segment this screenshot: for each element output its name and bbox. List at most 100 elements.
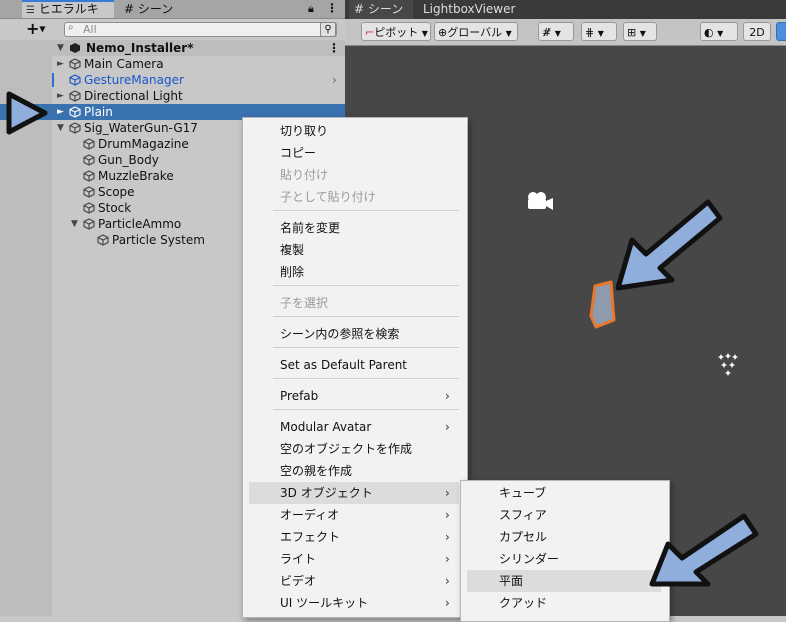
gameobject-cube-icon bbox=[69, 90, 81, 102]
more-menu-icon[interactable]: ⋮ bbox=[326, 1, 338, 15]
chevron-right-icon: › bbox=[445, 389, 450, 403]
context-menu-item[interactable]: Set as Default Parent bbox=[243, 354, 465, 376]
gameobject-cube-icon bbox=[83, 138, 95, 150]
context-menu-item[interactable]: ビデオ › bbox=[243, 570, 465, 592]
context-menu-item[interactable]: 貼り付け bbox=[243, 164, 465, 186]
gameobject-cube-icon bbox=[83, 154, 95, 166]
shading-dropdown[interactable]: ◐ ▼ bbox=[700, 22, 738, 41]
context-menu-item[interactable]: 削除 bbox=[243, 261, 465, 283]
context-menu-item[interactable]: コピー bbox=[243, 142, 465, 164]
submenu-item[interactable]: 平面 bbox=[467, 570, 661, 592]
context-menu-item-label: 空のオブジェクトを作成 bbox=[280, 442, 413, 456]
hierarchy-item-label: Plain bbox=[84, 105, 113, 119]
submenu-item[interactable]: スフィア bbox=[461, 504, 667, 526]
annotation-arrow-right bbox=[6, 91, 48, 135]
expand-arrow-icon[interactable]: ► bbox=[57, 88, 64, 104]
chevron-right-icon: › bbox=[445, 486, 450, 500]
context-menu-item-label: 削除 bbox=[280, 265, 305, 279]
pivot-dropdown[interactable]: ⌐ピボット ▼ bbox=[361, 22, 431, 41]
menu-separator bbox=[273, 409, 459, 410]
hierarchy-tab-icon: ☰ bbox=[26, 5, 35, 16]
hierarchy-item[interactable]: ► Directional Light bbox=[0, 88, 345, 104]
context-menu-item[interactable]: 名前を変更 bbox=[243, 217, 465, 239]
tab-hierarchy[interactable]: ☰ ヒエラルキー bbox=[22, 0, 114, 32]
submenu-item[interactable]: カプセル bbox=[461, 526, 667, 548]
context-menu-item[interactable]: ライト › bbox=[243, 548, 465, 570]
menu-separator bbox=[273, 316, 459, 317]
context-menu-item[interactable]: 複製 bbox=[243, 239, 465, 261]
gameobject-cube-icon bbox=[69, 106, 81, 118]
scene-tabbar: # シーン LightboxViewer bbox=[345, 0, 786, 19]
expand-arrow-icon[interactable]: ► bbox=[57, 104, 64, 120]
hierarchy-item-label: ParticleAmmo bbox=[98, 217, 182, 231]
annotation-arrow-plane bbox=[615, 199, 723, 291]
lock-icon[interactable]: 🔒︎ bbox=[308, 2, 314, 16]
increment-snap-dropdown[interactable]: ⋕ ▼ bbox=[581, 22, 617, 41]
context-menu-item[interactable]: オーディオ › bbox=[243, 504, 465, 526]
grid-snap-icon: #̸ bbox=[542, 26, 552, 39]
context-menu-item[interactable]: 3D オブジェクト › bbox=[249, 482, 459, 504]
collapse-arrow-icon[interactable]: ▼ bbox=[57, 120, 64, 136]
tab-scene[interactable]: # シーン bbox=[349, 0, 413, 19]
context-menu-item[interactable]: 子として貼り付け bbox=[243, 186, 465, 208]
chevron-right-icon[interactable]: › bbox=[332, 72, 337, 88]
chevron-down-icon: ▼ bbox=[39, 24, 46, 34]
context-menu-item[interactable]: Modular Avatar › bbox=[243, 416, 465, 438]
search-icon: ⌕ bbox=[68, 22, 74, 33]
ruler-dropdown[interactable]: ⊞ ▼ bbox=[623, 22, 657, 41]
scene-root-row[interactable]: ▼ Nemo_Installer* ⋮ bbox=[0, 40, 345, 56]
scene-more-icon[interactable]: ⋮ bbox=[328, 40, 340, 56]
submenu-item[interactable]: シリンダー bbox=[461, 548, 667, 570]
gameobject-cube-icon bbox=[97, 234, 109, 246]
chevron-right-icon: › bbox=[445, 420, 450, 434]
chevron-right-icon: › bbox=[445, 530, 450, 544]
lighting-toggle[interactable] bbox=[776, 22, 786, 41]
annotation-arrow-plane-menu bbox=[649, 513, 759, 587]
context-menu-item[interactable]: UI ツールキット › bbox=[243, 592, 465, 614]
context-menu-item-label: コピー bbox=[280, 146, 317, 160]
add-button[interactable]: +▼ bbox=[26, 20, 46, 38]
tab-lightbox-viewer[interactable]: LightboxViewer bbox=[423, 0, 515, 19]
context-menu-item-label: Set as Default Parent bbox=[280, 358, 408, 372]
gameobject-cube-icon bbox=[69, 74, 81, 86]
submenu-item-label: キューブ bbox=[499, 486, 547, 500]
grid-snap-dropdown[interactable]: #̸ ▼ bbox=[538, 22, 574, 41]
context-menu-item[interactable]: 空の親を作成 bbox=[243, 460, 465, 482]
context-menu-item-label: 切り取り bbox=[280, 124, 329, 138]
context-menu-item-label: 空の親を作成 bbox=[280, 464, 353, 478]
collapse-arrow-icon[interactable]: ▼ bbox=[71, 216, 78, 232]
tab-scene-secondary[interactable]: # シーン bbox=[120, 0, 200, 18]
context-menu-item[interactable]: シーン内の参照を検索 bbox=[243, 323, 465, 345]
mode-2d-button[interactable]: 2D bbox=[743, 22, 771, 41]
search-filter-icon[interactable]: ⚲ bbox=[320, 22, 336, 37]
hierarchy-item-label: Particle System bbox=[112, 233, 205, 247]
shading-sphere-icon: ◐ bbox=[704, 26, 714, 39]
context-menu-item[interactable]: 切り取り bbox=[243, 120, 465, 142]
submenu-item[interactable]: キューブ bbox=[461, 482, 667, 504]
context-menu-item[interactable]: Prefab › bbox=[243, 385, 465, 407]
global-dropdown[interactable]: ⊕グローバル ▼ bbox=[434, 22, 518, 41]
submenu-item-label: 平面 bbox=[499, 574, 524, 588]
context-menu-item-label: Modular Avatar bbox=[280, 420, 372, 434]
camera-gizmo-icon[interactable] bbox=[525, 190, 555, 214]
override-marker bbox=[52, 73, 54, 87]
context-menu-item-label: 名前を変更 bbox=[280, 221, 341, 235]
expand-arrow-icon[interactable]: ▼ bbox=[57, 40, 64, 56]
context-menu-item[interactable]: エフェクト › bbox=[243, 526, 465, 548]
context-menu-item-label: 貼り付け bbox=[280, 168, 329, 182]
menu-separator bbox=[273, 378, 459, 379]
context-menu-item-label: 子として貼り付け bbox=[280, 190, 376, 204]
submenu-item[interactable]: クアッド bbox=[461, 592, 667, 614]
context-menu-item[interactable]: 空のオブジェクトを作成 bbox=[243, 438, 465, 460]
context-menu-item[interactable]: 子を選択 bbox=[243, 292, 465, 314]
search-input[interactable]: ⌕ All bbox=[64, 22, 337, 37]
context-menu-item-label: エフェクト bbox=[280, 530, 341, 544]
grid-icon: # bbox=[354, 2, 365, 16]
increment-snap-icon: ⋕ bbox=[585, 26, 595, 39]
hierarchy-item[interactable]: GestureManager › bbox=[0, 72, 345, 88]
hierarchy-item-label: DrumMagazine bbox=[98, 137, 189, 151]
hierarchy-item[interactable]: ► Main Camera bbox=[0, 56, 345, 72]
particle-system-gizmo-icon[interactable] bbox=[717, 352, 739, 378]
context-menu-item-label: 3D オブジェクト bbox=[280, 486, 373, 500]
expand-arrow-icon[interactable]: ► bbox=[57, 56, 64, 72]
